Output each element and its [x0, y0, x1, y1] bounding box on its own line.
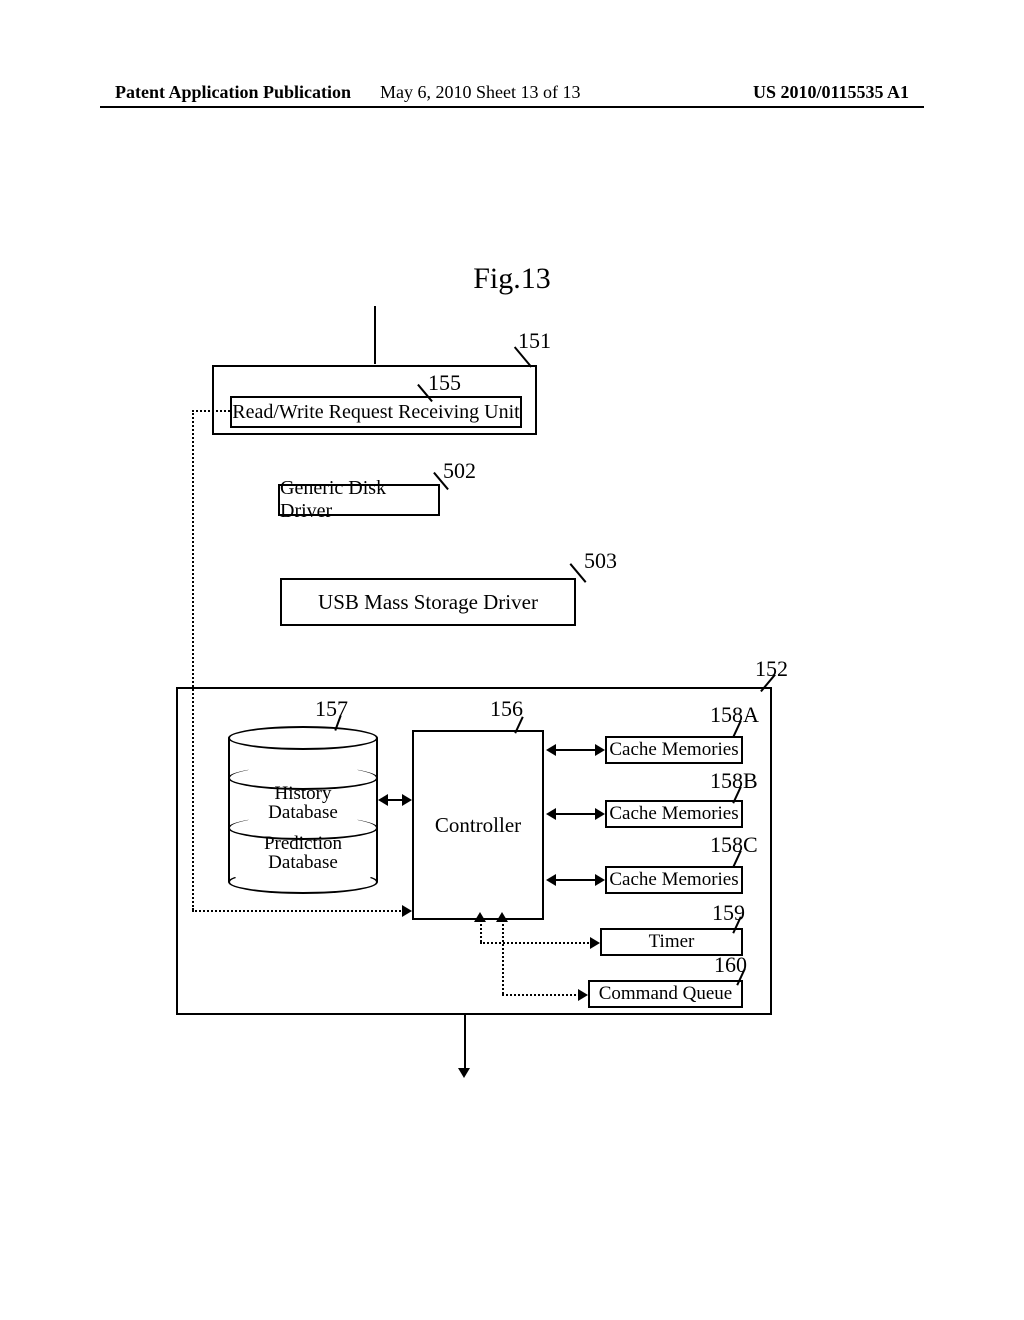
ref-151: 151: [518, 328, 551, 354]
arrowhead-158c-right: [595, 874, 605, 886]
arrow-out-bottom: [464, 1015, 466, 1071]
block-158c-cache: Cache Memories: [605, 866, 743, 894]
dotted-ctrl-timer-v: [480, 920, 482, 942]
block-158b-cache: Cache Memories: [605, 800, 743, 828]
block-502-generic-driver: Generic Disk Driver: [278, 484, 440, 516]
figure-title: Fig.13: [0, 262, 1024, 296]
arrowhead-db-right: [402, 794, 412, 806]
header-rule: [100, 106, 924, 108]
arrow-ctrl-158c: [552, 879, 597, 881]
label-prediction-db: Prediction Database: [228, 834, 378, 872]
arrowhead-out-bottom: [458, 1068, 470, 1078]
arrowhead-158c-left: [546, 874, 556, 886]
arrowhead-158b-right: [595, 808, 605, 820]
ref-155: 155: [428, 370, 461, 396]
header-pub-label: Patent Application Publication: [115, 82, 351, 103]
ref-503: 503: [584, 548, 617, 574]
dotted-151-to-ctrl-h1: [192, 410, 230, 412]
header-date-sheet: May 6, 2010 Sheet 13 of 13: [380, 82, 580, 103]
ref-158b: 158B: [710, 768, 758, 794]
arrowhead-158a-left: [546, 744, 556, 756]
block-160-command-queue: Command Queue: [588, 980, 743, 1008]
dotted-151-to-ctrl-h2: [192, 910, 405, 912]
block-503-usb-driver: USB Mass Storage Driver: [280, 578, 576, 626]
arrowhead-db-left: [378, 794, 388, 806]
ref-502: 502: [443, 458, 476, 484]
block-158a-cache: Cache Memories: [605, 736, 743, 764]
arrow-ctrl-158a: [552, 749, 597, 751]
dotted-ctrl-cmdq-h: [502, 994, 580, 996]
ref-158a: 158A: [710, 702, 759, 728]
arrowhead-dotted-timer: [590, 937, 600, 949]
dotted-151-to-ctrl-v: [192, 410, 194, 910]
arrowhead-158a-right: [595, 744, 605, 756]
arrowhead-158b-left: [546, 808, 556, 820]
block-157-database-cylinder: History Database Prediction Database: [228, 726, 378, 894]
cylinder-top-ellipse: [228, 726, 378, 750]
arrowhead-dotted-timer-up: [474, 912, 486, 922]
arrow-ctrl-158b: [552, 813, 597, 815]
ref-157: 157: [315, 696, 348, 722]
header-pubno: US 2010/0115535 A1: [753, 82, 909, 103]
ref-156: 156: [490, 696, 523, 722]
ref-159: 159: [712, 900, 745, 926]
ref-158c: 158C: [710, 832, 758, 858]
cylinder-bottom-ellipse: [228, 870, 378, 894]
arrowhead-dotted-cmdq: [578, 989, 588, 1001]
block-156-controller: Controller: [412, 730, 544, 920]
block-155-receiving-unit: Read/Write Request Receiving Unit: [230, 396, 522, 428]
arrowhead-dotted-into-ctrl: [402, 905, 412, 917]
dotted-ctrl-cmdq-v: [502, 920, 504, 994]
label-history-db: History Database: [228, 784, 378, 822]
arrow-in-top: [374, 306, 376, 364]
arrowhead-dotted-cmdq-up: [496, 912, 508, 922]
dotted-ctrl-timer-h: [480, 942, 592, 944]
